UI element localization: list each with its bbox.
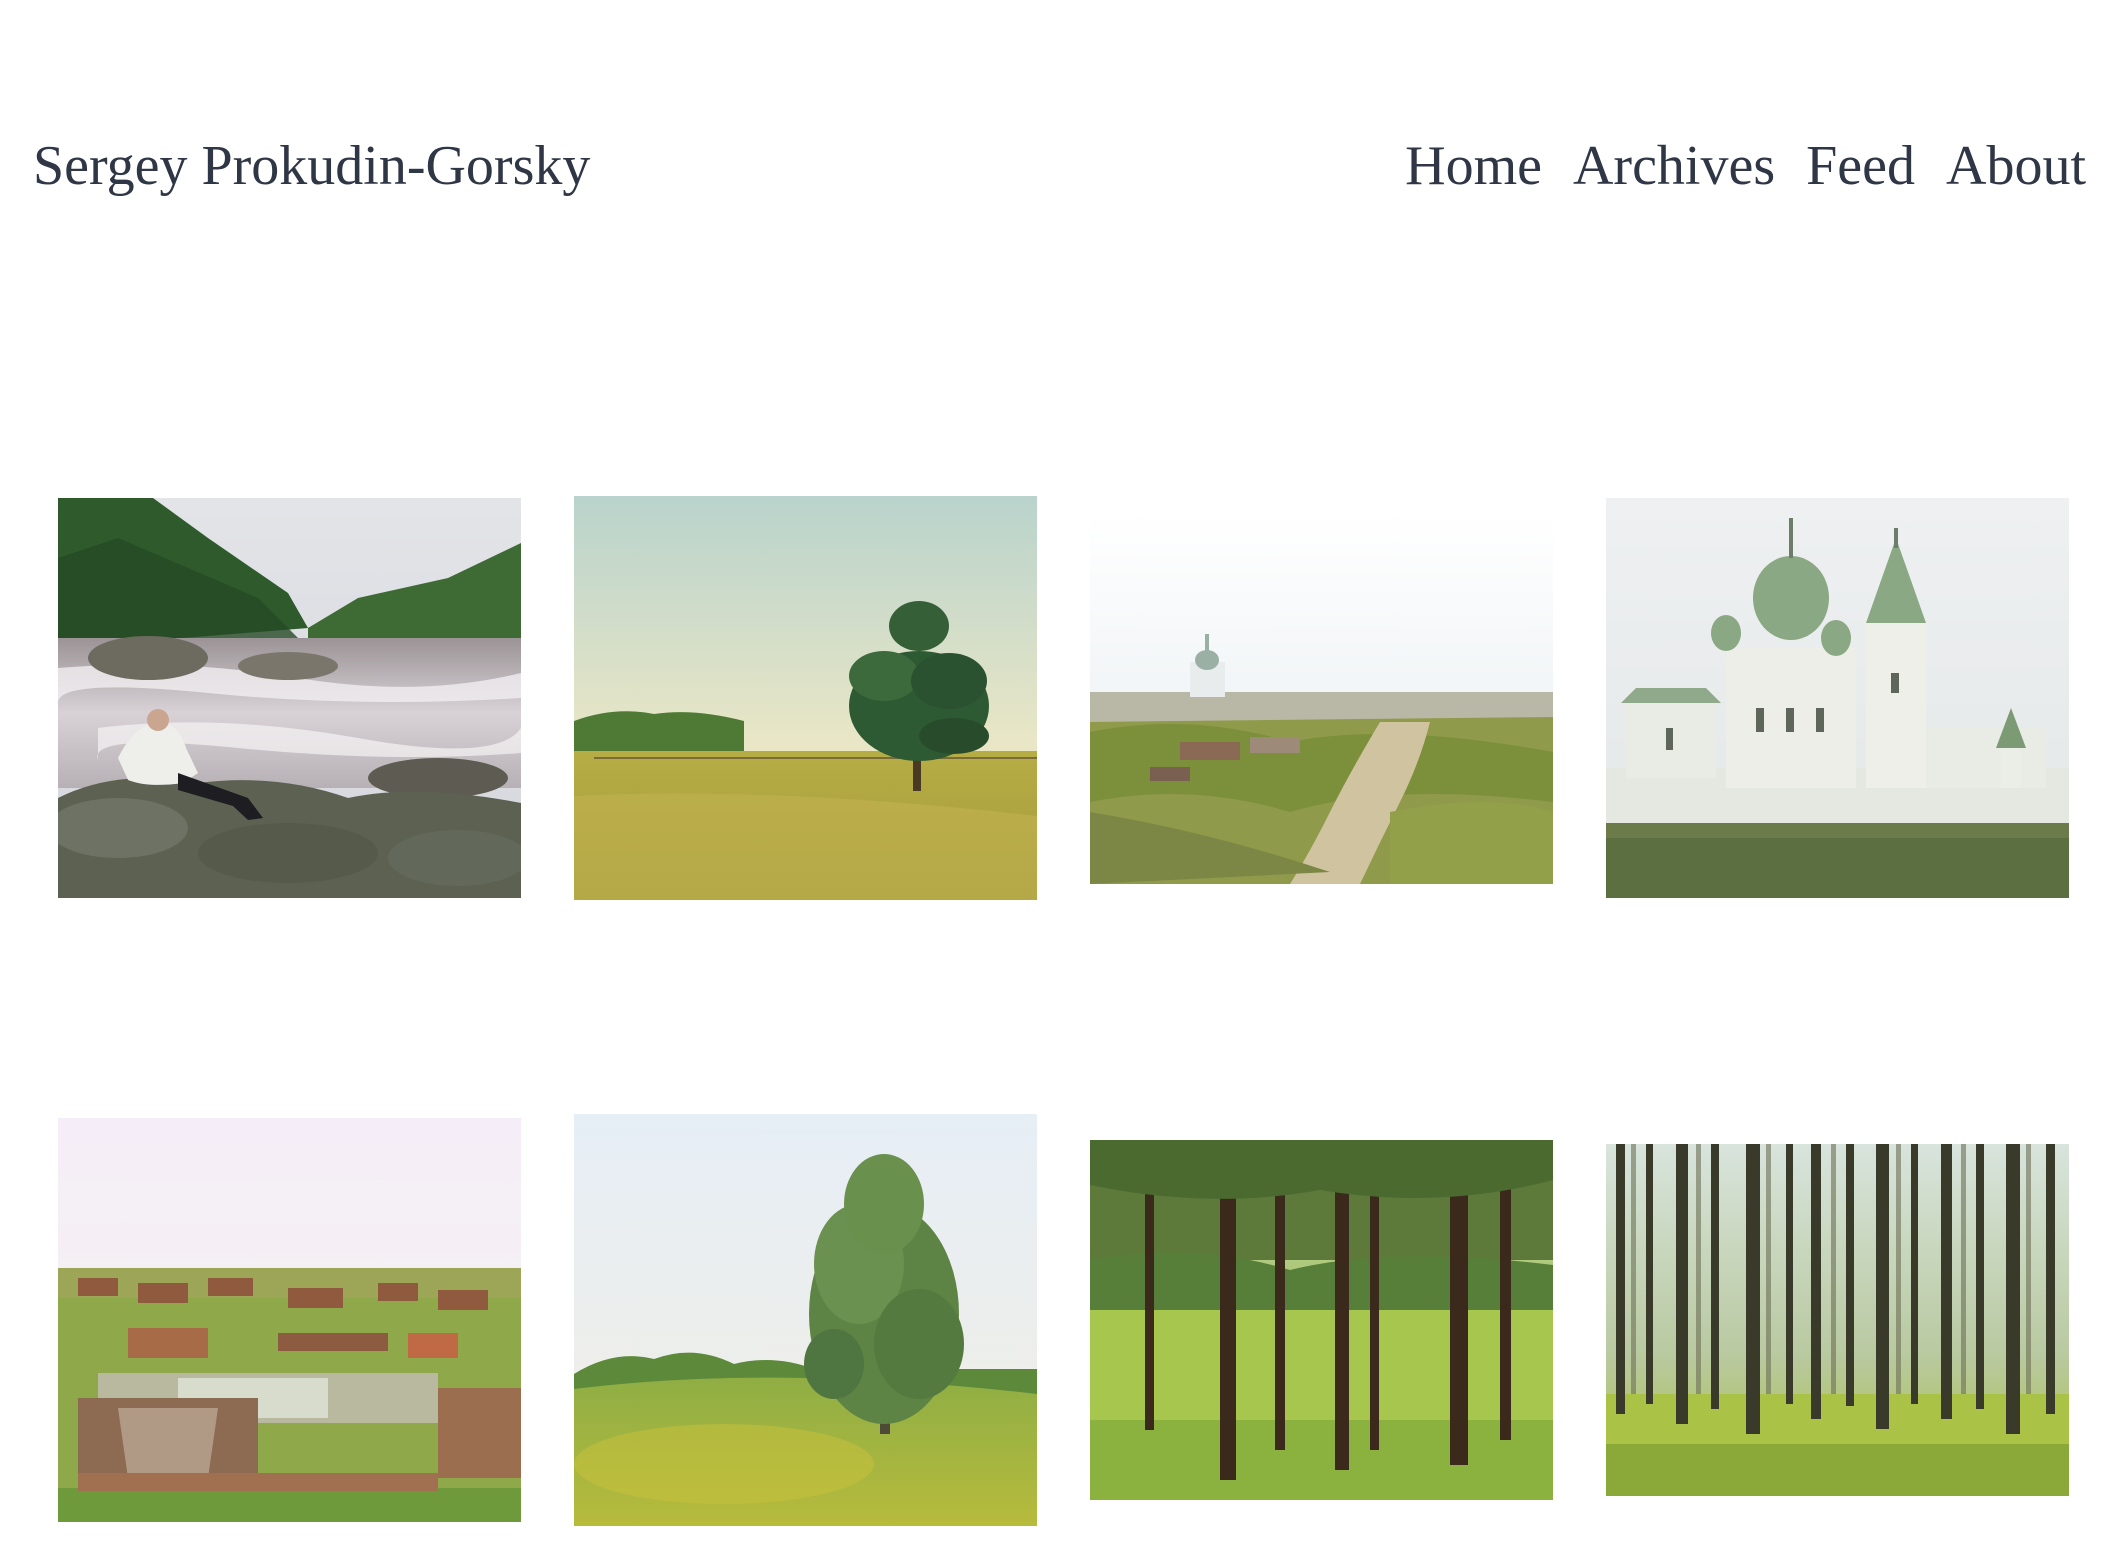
photo-lone-pine[interactable]: [574, 496, 1037, 900]
lone-pine-image: [574, 496, 1037, 900]
white-monastery-image: [1606, 498, 2069, 898]
photo-river-rapids[interactable]: [58, 498, 521, 898]
photo-wooden-village[interactable]: [58, 1118, 521, 1522]
birch-tree-image: [574, 1114, 1037, 1526]
wooden-village-image: [58, 1118, 521, 1522]
photo-village-church[interactable]: [1090, 512, 1553, 884]
photo-pine-clearing[interactable]: [1090, 1140, 1553, 1500]
photo-white-monastery[interactable]: [1606, 498, 2069, 898]
village-church-image: [1090, 512, 1553, 884]
pine-clearing-image: [1090, 1140, 1553, 1500]
river-rapids-image: [58, 498, 521, 898]
photo-dense-forest[interactable]: [1606, 1144, 2069, 1496]
photo-gallery: [0, 0, 2120, 1560]
dense-forest-image: [1606, 1144, 2069, 1496]
photo-birch-tree[interactable]: [574, 1114, 1037, 1526]
